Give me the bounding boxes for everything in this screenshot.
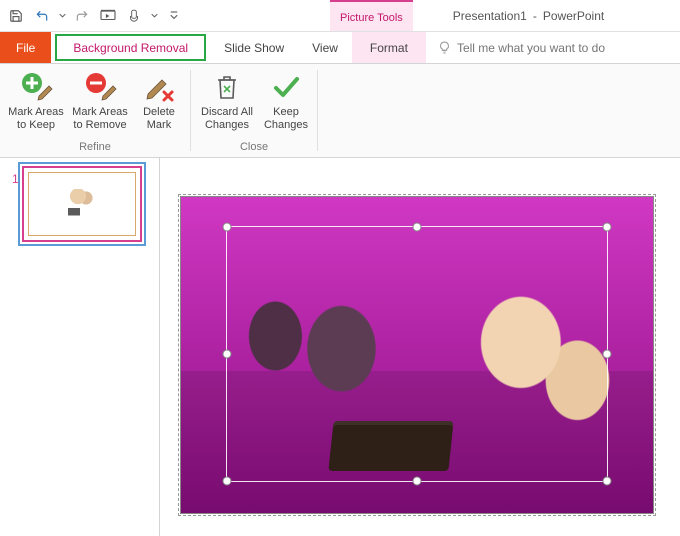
title-bar: Picture Tools Presentation1 - PowerPoint <box>0 0 680 32</box>
title-bar-center: Picture Tools Presentation1 - PowerPoint <box>190 0 680 31</box>
label-line: Delete <box>143 106 175 118</box>
label-line: Mark Areas <box>8 106 64 118</box>
thumbnail-frame <box>22 166 142 242</box>
discard-all-changes-button[interactable]: Discard AllChanges <box>197 68 257 134</box>
check-icon <box>271 72 301 102</box>
tab-background-removal[interactable]: Background Removal <box>55 34 206 61</box>
document-name: Presentation1 <box>453 9 527 23</box>
group-separator <box>317 70 318 151</box>
workspace: 1 <box>0 158 680 536</box>
resize-handle-bottom-middle[interactable] <box>413 477 422 486</box>
thumbnail-image <box>62 189 102 219</box>
label-line: Changes <box>205 119 249 131</box>
presentation-icon <box>99 9 117 23</box>
recycle-bin-icon <box>212 72 242 102</box>
touch-mode-button[interactable] <box>124 6 144 26</box>
slide-thumbnail-1[interactable]: 1 <box>8 166 151 242</box>
foreground-marquee[interactable] <box>226 226 608 482</box>
slide-thumbnails-panel[interactable]: 1 <box>0 158 160 536</box>
ribbon-tabs: File Background Removal Slide Show View … <box>0 32 680 64</box>
touch-icon <box>127 9 141 23</box>
resize-handle-top-middle[interactable] <box>413 223 422 232</box>
resize-handle-bottom-left[interactable] <box>223 477 232 486</box>
redo-icon <box>75 9 89 23</box>
group-close: Discard AllChanges KeepChanges Close <box>191 64 317 157</box>
picture-object[interactable] <box>180 196 654 514</box>
resize-handle-middle-right[interactable] <box>603 350 612 359</box>
label-line: Mark <box>147 119 171 131</box>
chevron-down-icon <box>151 12 158 19</box>
tab-format-label: Format <box>370 41 408 55</box>
plus-circle-pencil-icon <box>19 70 53 104</box>
touch-mode-more-button[interactable] <box>150 6 158 26</box>
tab-format[interactable]: Format <box>352 32 426 63</box>
tab-view[interactable]: View <box>298 32 352 63</box>
tell-me-input[interactable] <box>457 41 627 55</box>
group-label-refine: Refine <box>79 139 111 155</box>
lightbulb-icon <box>438 41 451 54</box>
minus-circle-pencil-icon <box>83 70 117 104</box>
resize-handle-top-left[interactable] <box>223 223 232 232</box>
undo-button[interactable] <box>32 6 52 26</box>
undo-icon <box>34 9 50 23</box>
undo-more-button[interactable] <box>58 6 66 26</box>
app-name: PowerPoint <box>543 9 604 23</box>
mark-areas-keep-button[interactable]: Mark Areasto Keep <box>6 68 66 134</box>
title-separator: - <box>533 9 537 23</box>
slide-number: 1 <box>12 172 19 186</box>
mark-areas-remove-button[interactable]: Mark Areasto Remove <box>70 68 130 134</box>
quick-access-toolbar <box>0 6 190 26</box>
group-refine: Mark Areasto Keep Mark Areasto Remove <box>0 64 190 157</box>
ribbon: Mark Areasto Keep Mark Areasto Remove <box>0 64 680 158</box>
customize-icon <box>170 10 178 22</box>
label-line: to Keep <box>17 119 55 131</box>
label-line: Keep <box>273 106 299 118</box>
window-title: Presentation1 - PowerPoint <box>413 0 604 31</box>
keep-changes-button[interactable]: KeepChanges <box>261 68 311 134</box>
slide-canvas[interactable] <box>160 158 680 536</box>
chevron-down-icon <box>59 12 66 19</box>
pencil-x-icon <box>142 70 176 104</box>
tab-slide-show[interactable]: Slide Show <box>210 32 298 63</box>
contextual-tab-group: Picture Tools <box>330 0 413 31</box>
label-line: Mark Areas <box>72 106 128 118</box>
resize-handle-bottom-right[interactable] <box>603 477 612 486</box>
tell-me-search[interactable] <box>426 32 639 63</box>
tab-file[interactable]: File <box>0 32 51 63</box>
group-label-close: Close <box>240 139 268 155</box>
label-line: Changes <box>264 119 308 131</box>
redo-button[interactable] <box>72 6 92 26</box>
label-line: Discard All <box>201 106 253 118</box>
save-button[interactable] <box>6 6 26 26</box>
customize-qat-button[interactable] <box>164 6 184 26</box>
resize-handle-middle-left[interactable] <box>223 350 232 359</box>
resize-handle-top-right[interactable] <box>603 223 612 232</box>
start-show-button[interactable] <box>98 6 118 26</box>
contextual-tab-label: Picture Tools <box>340 12 403 24</box>
label-line: to Remove <box>73 119 126 131</box>
save-icon <box>9 9 23 23</box>
delete-mark-button[interactable]: DeleteMark <box>134 68 184 134</box>
thumbnail-inner <box>28 172 136 236</box>
